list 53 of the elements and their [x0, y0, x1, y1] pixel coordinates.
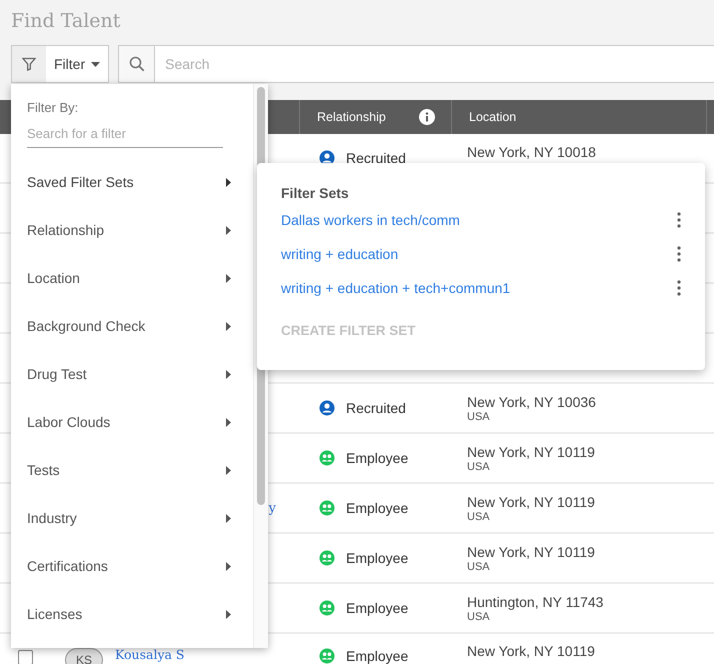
caret-icon — [226, 514, 231, 522]
relationship-text: Employee — [346, 450, 408, 466]
talent-name-link[interactable]: y — [268, 500, 276, 516]
caret-icon — [226, 370, 231, 378]
caret-icon — [226, 418, 231, 426]
group-icon — [319, 500, 335, 516]
caret-icon — [226, 562, 231, 570]
column-header: Location — [469, 110, 516, 124]
location-text: Huntington, NY 11743 — [467, 594, 604, 610]
kebab-icon[interactable] — [677, 246, 681, 262]
row-checkbox[interactable] — [18, 650, 33, 664]
filter-set-link[interactable]: writing + education + tech+commun1 — [281, 280, 510, 296]
relationship-text: Employee — [346, 600, 408, 616]
filter-set-link[interactable]: writing + education — [281, 246, 398, 262]
person-icon — [319, 400, 335, 416]
country-text: USA — [467, 460, 491, 472]
filter-set-link[interactable]: Dallas workers in tech/comm — [281, 212, 460, 228]
popup-heading: Filter Sets — [281, 185, 350, 201]
country-text: USA — [467, 610, 491, 622]
page-title: Find Talent — [11, 9, 122, 33]
menu-heading: Filter By: — [27, 100, 80, 115]
filter-button[interactable]: Filter — [11, 45, 110, 83]
location-text: New York, NY 10018 — [467, 144, 597, 161]
country-text: USA — [467, 410, 491, 422]
group-icon — [319, 600, 335, 616]
relationship-text: Employee — [346, 500, 408, 516]
search-icon — [128, 56, 145, 72]
location-text: New York, NY 10119 — [467, 444, 596, 460]
talent-name-link[interactable]: Kousalya S — [115, 648, 184, 662]
group-icon — [319, 550, 335, 566]
caret-icon — [226, 178, 231, 186]
caret-icon — [226, 226, 231, 234]
relationship-text: Recruited — [346, 150, 406, 166]
column-header: Relationship — [317, 110, 386, 124]
country-text: USA — [467, 560, 491, 572]
country-text: USA — [467, 510, 491, 522]
location-text: New York, NY 10119 — [467, 544, 596, 560]
caret-icon — [226, 322, 231, 330]
avatar: KS — [65, 648, 103, 664]
location-text: New York, NY 10119 — [467, 494, 596, 510]
kebab-icon[interactable] — [677, 280, 681, 296]
location-text: New York, NY 10119 — [467, 643, 596, 660]
group-icon — [319, 450, 335, 466]
relationship-text: Employee — [346, 648, 408, 664]
funnel-icon — [22, 57, 36, 71]
caret-icon — [226, 466, 231, 474]
relationship-text: Recruited — [346, 400, 406, 416]
relationship-text: Employee — [346, 550, 408, 566]
caret-icon — [226, 274, 231, 282]
kebab-icon[interactable] — [677, 212, 681, 228]
caret-icon — [91, 62, 100, 66]
location-text: New York, NY 10036 — [467, 394, 597, 410]
caret-icon — [226, 610, 231, 618]
